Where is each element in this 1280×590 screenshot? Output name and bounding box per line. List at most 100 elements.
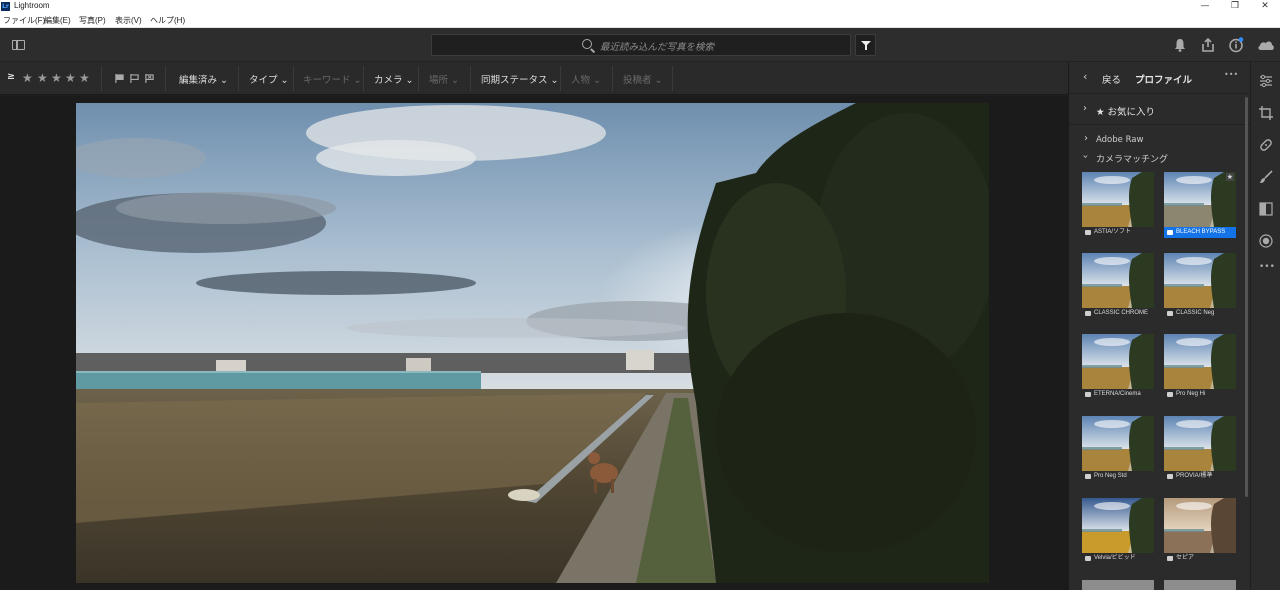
filter-bar: ≥ ★ ★ ★ ★ ★ 編集済み ⌄ タイプ ⌄ キーワード ⌄ カメラ ⌄ 場… bbox=[0, 62, 1068, 95]
profile-thumbnail[interactable]: Pro Neg Hi bbox=[1164, 334, 1236, 400]
search-input[interactable]: 最近読み込んだ写真を検索 bbox=[431, 34, 851, 56]
rating-operator[interactable]: ≥ bbox=[7, 71, 15, 82]
filter-type[interactable]: タイプ ⌄ bbox=[249, 72, 289, 86]
favorites-group[interactable]: › ★ お気に入り bbox=[1069, 95, 1251, 125]
camera-icon bbox=[1167, 556, 1173, 561]
rating-star-5[interactable]: ★ bbox=[79, 71, 90, 85]
filter-button[interactable] bbox=[855, 34, 876, 56]
linear-gradient-icon[interactable] bbox=[1259, 202, 1273, 216]
profile-thumbnail[interactable] bbox=[1082, 580, 1154, 590]
profile-name: Velvia/ビビッド bbox=[1094, 555, 1136, 561]
profile-thumbnail[interactable]: Velvia/ビビッド bbox=[1082, 498, 1154, 564]
profile-thumbnail[interactable]: CLASSIC Neg bbox=[1164, 253, 1236, 319]
bell-icon[interactable] bbox=[1172, 37, 1188, 53]
profile-thumbnail[interactable]: PROVIA/標準 bbox=[1164, 416, 1236, 482]
back-button[interactable]: 戻る bbox=[1102, 72, 1121, 86]
profile-preview-image bbox=[1164, 334, 1236, 389]
profile-label: ASTIA/ソフト bbox=[1082, 227, 1154, 238]
filter-edited[interactable]: 編集済み ⌄ bbox=[179, 72, 228, 86]
flag-unflagged-icon[interactable] bbox=[130, 74, 139, 83]
landscape-photo bbox=[76, 103, 989, 583]
rating-star-4[interactable]: ★ bbox=[65, 71, 76, 85]
profile-name: CLASSIC Neg bbox=[1176, 310, 1215, 316]
rating-star-1[interactable]: ★ bbox=[22, 71, 33, 85]
edit-sliders-icon[interactable] bbox=[1259, 74, 1273, 88]
help-icon[interactable] bbox=[1228, 37, 1244, 53]
window-title: Lightroom bbox=[14, 1, 50, 10]
camera-icon bbox=[1085, 230, 1091, 235]
profile-preview-image bbox=[1082, 172, 1154, 227]
camera-icon bbox=[1167, 311, 1173, 316]
profile-name: セピア bbox=[1176, 555, 1195, 561]
menu-edit[interactable]: 編集(E) bbox=[44, 15, 71, 26]
divider bbox=[101, 66, 102, 91]
panel-title: プロファイル bbox=[1135, 75, 1193, 86]
camera-icon bbox=[1167, 392, 1173, 397]
profile-label: Pro Neg Std bbox=[1082, 471, 1154, 482]
profile-thumbnail[interactable]: セピア bbox=[1164, 498, 1236, 564]
lightroom-logo-icon: Lr bbox=[1, 2, 10, 11]
close-button[interactable]: ✕ bbox=[1250, 0, 1280, 14]
profile-name: Pro Neg Hi bbox=[1176, 391, 1206, 397]
chevron-right-icon: › bbox=[1083, 103, 1087, 114]
group-label: Adobe Raw bbox=[1096, 135, 1144, 145]
panel-toggle-icon[interactable] bbox=[12, 40, 25, 50]
profile-label: Velvia/ビビッド bbox=[1082, 553, 1154, 564]
profile-thumbnail[interactable]: Pro Neg Std bbox=[1082, 416, 1154, 482]
radial-gradient-icon[interactable] bbox=[1259, 234, 1273, 248]
back-chevron-icon[interactable]: ‹ bbox=[1083, 70, 1087, 83]
group-adobe-raw[interactable]: › Adobe Raw bbox=[1069, 132, 1251, 148]
maximize-button[interactable]: ❐ bbox=[1220, 0, 1250, 14]
minimize-button[interactable]: — bbox=[1190, 0, 1220, 14]
menu-help[interactable]: ヘルプ(H) bbox=[150, 15, 185, 26]
search-icon bbox=[582, 39, 592, 49]
main-photo[interactable] bbox=[76, 103, 989, 583]
brush-icon[interactable] bbox=[1259, 170, 1273, 184]
profile-thumbnail[interactable] bbox=[1164, 580, 1236, 590]
profile-name: CLASSIC CHROME bbox=[1094, 310, 1149, 316]
profile-preview-image bbox=[1082, 253, 1154, 308]
share-icon[interactable] bbox=[1200, 37, 1216, 53]
profile-label: セピア bbox=[1164, 553, 1236, 564]
camera-icon bbox=[1167, 230, 1173, 235]
divider bbox=[418, 66, 419, 91]
rating-star-2[interactable]: ★ bbox=[37, 71, 48, 85]
chevron-down-icon: › bbox=[1079, 154, 1091, 159]
profile-thumbnail[interactable]: ETERNA/Cinema bbox=[1082, 334, 1154, 400]
profile-thumbnail[interactable]: BLEACH BYPASS ★ bbox=[1164, 172, 1236, 238]
camera-icon bbox=[1085, 311, 1091, 316]
group-camera-matching[interactable]: › カメラマッチング bbox=[1069, 150, 1251, 166]
camera-icon bbox=[1085, 474, 1091, 479]
top-toolbar: 最近読み込んだ写真を検索 bbox=[0, 28, 1280, 62]
filter-sync-status[interactable]: 同期ステータス ⌄ bbox=[481, 72, 559, 86]
flag-picked-icon[interactable] bbox=[115, 74, 124, 83]
profile-preview-image bbox=[1164, 498, 1236, 553]
camera-icon bbox=[1167, 474, 1173, 479]
rating-star-3[interactable]: ★ bbox=[51, 71, 62, 85]
more-options-button[interactable]: ••• bbox=[1224, 70, 1238, 79]
edit-tool-strip: ••• bbox=[1250, 62, 1280, 590]
profile-panel-header: ‹ 戻る プロファイル ••• bbox=[1069, 62, 1251, 94]
healing-brush-icon[interactable] bbox=[1259, 138, 1273, 152]
profile-thumbnail[interactable]: CLASSIC CHROME bbox=[1082, 253, 1154, 319]
profile-name: ASTIA/ソフト bbox=[1094, 229, 1132, 235]
menu-view[interactable]: 表示(V) bbox=[115, 15, 142, 26]
cloud-icon[interactable] bbox=[1256, 37, 1276, 53]
menu-bar: ファイル(F) 編集(E) 写真(P) 表示(V) ヘルプ(H) bbox=[0, 14, 1280, 28]
camera-icon bbox=[1085, 392, 1091, 397]
crop-icon[interactable] bbox=[1259, 106, 1273, 120]
filter-location: 場所 ⌄ bbox=[429, 75, 459, 86]
filter-contributor: 投稿者 ⌄ bbox=[623, 75, 663, 86]
profile-preview-image bbox=[1082, 334, 1154, 389]
menu-photo[interactable]: 写真(P) bbox=[79, 15, 106, 26]
favorite-star-icon[interactable]: ★ bbox=[1225, 173, 1234, 181]
more-tools-icon[interactable]: ••• bbox=[1259, 262, 1275, 272]
panel-scrollbar[interactable] bbox=[1245, 97, 1248, 497]
profile-name: PROVIA/標準 bbox=[1176, 473, 1213, 479]
profile-thumbnail[interactable]: ASTIA/ソフト bbox=[1082, 172, 1154, 238]
search-placeholder: 最近読み込んだ写真を検索 bbox=[600, 42, 715, 53]
menu-file[interactable]: ファイル(F) bbox=[3, 15, 45, 26]
chevron-right-icon: › bbox=[1084, 133, 1088, 144]
filter-camera[interactable]: カメラ ⌄ bbox=[374, 72, 414, 86]
flag-rejected-icon[interactable] bbox=[145, 74, 154, 83]
